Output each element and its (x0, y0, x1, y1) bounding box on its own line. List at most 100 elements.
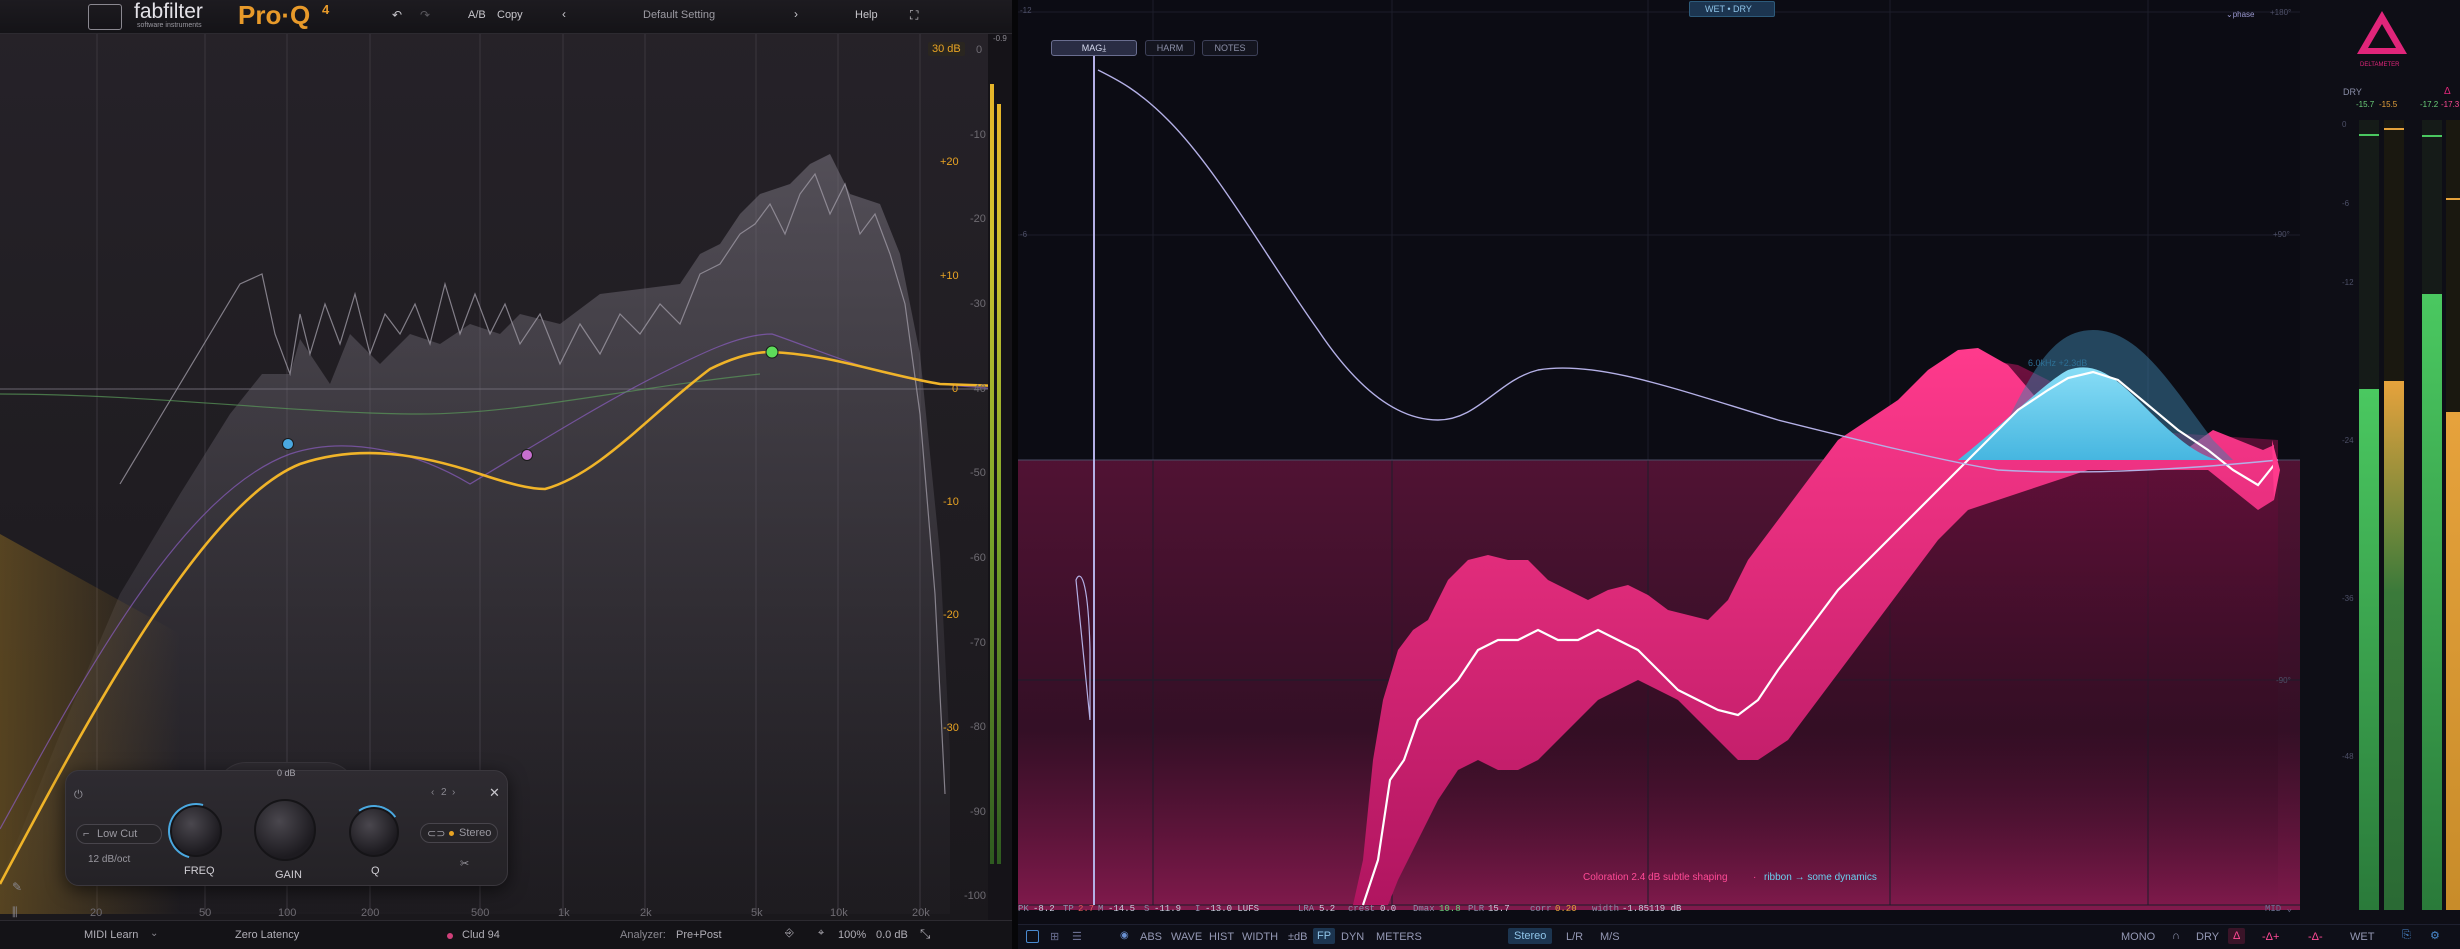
copy-button[interactable]: Copy (497, 9, 523, 21)
analyzer-value[interactable]: Pre+Post (676, 929, 722, 941)
logo-sub: software instruments (137, 22, 202, 29)
phase-icon[interactable]: ⌖ (818, 927, 824, 940)
output-gain[interactable]: 0.0 dB (876, 929, 908, 941)
wet-dry-badge[interactable]: WET • DRY (1689, 1, 1775, 17)
view-grid-icon[interactable]: ⊞ (1050, 930, 1059, 943)
midi-dropdown-icon[interactable]: ⌄ (150, 928, 158, 939)
prev-preset-icon[interactable]: ‹ (562, 7, 566, 21)
freq-label-100: 100 (278, 907, 297, 919)
midi-icon[interactable]: ⎆ (785, 927, 794, 940)
delta-minus-button[interactable]: -Δ- (2308, 931, 2323, 943)
analyzer-scale-70: -70 (970, 637, 986, 649)
scissors-icon[interactable]: ✂ (460, 857, 469, 870)
slope-label[interactable]: 12 dB/oct (88, 854, 130, 865)
fabfilter-logo-icon (88, 4, 122, 30)
band-3-node[interactable] (765, 345, 779, 359)
shape-button[interactable]: ⌐ Low Cut (76, 824, 162, 844)
tab-harm-label: HARM (1156, 43, 1184, 53)
i-label: I (1195, 904, 1201, 914)
output-meter-left (990, 84, 994, 864)
logo-brand: fabfilter (134, 0, 203, 23)
tab-harm[interactable]: HARM (1145, 40, 1195, 56)
eye-icon[interactable]: ◉ (1120, 930, 1129, 941)
dry-value-l: -15.7 (2356, 100, 2375, 109)
tab-mag[interactable]: MAG⤓ (1051, 40, 1137, 56)
crest-label: crest (1348, 904, 1376, 914)
instance-name[interactable]: Clud 94 (462, 929, 500, 941)
m-label: M (1098, 904, 1104, 914)
range-button[interactable]: 30 dB (928, 42, 965, 56)
tool-width[interactable]: WIDTH (1242, 931, 1278, 943)
ab-button[interactable]: A/B (468, 9, 486, 21)
meter-scale-24: -24 (2342, 436, 2354, 445)
meter-scale-36: -36 (2342, 594, 2354, 603)
proq-plugin: fabfilter software instruments Pro·Q 4 ↶… (0, 0, 1012, 949)
wet-meter-r (2446, 120, 2460, 910)
tool-dyn[interactable]: DYN (1341, 931, 1364, 943)
band-1-node[interactable] (282, 438, 294, 450)
help-button[interactable]: Help (855, 9, 878, 21)
delta-button[interactable]: Δ (2228, 928, 2246, 944)
gain-scale-0: 0 (952, 383, 959, 395)
analyzer-bars-icon[interactable]: ⫼ (12, 905, 18, 920)
crest-value: 0.0 (1380, 904, 1397, 914)
stereo-dot-icon (449, 831, 454, 836)
mode-stereo[interactable]: Stereo (1508, 928, 1553, 944)
wet-dry-label: WET • DRY (1705, 4, 1752, 14)
dry-meter-l (2359, 120, 2379, 910)
wet-button[interactable]: WET (2350, 931, 2374, 943)
view-rows-icon[interactable]: ☰ (1072, 930, 1082, 943)
freq-label-500: 500 (471, 907, 490, 919)
freq-knob[interactable] (157, 792, 235, 870)
delta-display[interactable] (1018, 0, 2300, 910)
tool-wave[interactable]: WAVE (1171, 931, 1202, 943)
mono-button[interactable]: MONO (2121, 931, 2155, 943)
preset-name[interactable]: Default Setting (643, 9, 715, 21)
zoom-value[interactable]: 100% (838, 929, 866, 941)
proq-footer: MIDI Learn ⌄ Zero Latency Clud 94 Analyz… (0, 920, 1012, 949)
fullscreen-icon[interactable]: ⛶ (910, 8, 918, 23)
pk-value: -8.2 (1033, 904, 1055, 914)
band-power-icon[interactable]: ⏻ (74, 789, 83, 802)
next-preset-icon[interactable]: › (794, 7, 798, 21)
delta-plus-button[interactable]: -Δ+ (2262, 931, 2279, 943)
mode-lr[interactable]: L/R (1566, 931, 1583, 943)
snapshot-icon[interactable]: ⎘ (2402, 929, 2411, 942)
latency-button[interactable]: Zero Latency (235, 929, 299, 941)
gain-value: 0 dB (277, 768, 296, 778)
close-band-icon[interactable]: ✕ (489, 785, 500, 801)
tool-abs[interactable]: ABS (1140, 931, 1162, 943)
lra-label: LRA (1298, 904, 1315, 914)
undo-icon[interactable]: ↶ (392, 8, 402, 22)
gain-scale-minus20: -20 (943, 609, 959, 621)
analyzer-scale-60: -60 (970, 552, 986, 564)
delta-meter-label: Δ (2444, 86, 2451, 97)
meter-scale-48: -48 (2342, 752, 2354, 761)
redo-icon[interactable]: ↷ (420, 8, 430, 22)
tool-fp[interactable]: FP (1313, 928, 1336, 944)
resize-icon[interactable]: ⤡ (920, 926, 930, 942)
mode-ms[interactable]: M/S (1600, 931, 1620, 943)
dry-button[interactable]: DRY (2196, 931, 2219, 943)
tool-hist[interactable]: HIST (1209, 931, 1234, 943)
piano-icon[interactable]: ✎ (12, 880, 22, 894)
band-2-node[interactable] (521, 449, 533, 461)
mid-select[interactable]: MID ⌄ (2265, 904, 2292, 914)
settings-gear-icon[interactable]: ⚙ (2430, 929, 2440, 942)
plr-value: 15.7 (1488, 904, 1510, 914)
stereo-button[interactable]: ⊂⊃ Stereo (420, 823, 498, 843)
tool-db[interactable]: ±dB (1288, 931, 1308, 943)
prev-band-icon[interactable]: ‹ (431, 787, 434, 798)
headphones-icon[interactable]: ∩ (2172, 930, 2180, 942)
phase-toggle[interactable]: ⌄phase (2226, 10, 2255, 19)
view-single-icon[interactable] (1026, 930, 1039, 943)
q-knob[interactable] (342, 800, 406, 864)
next-band-icon[interactable]: › (452, 787, 455, 798)
gain-knob[interactable] (254, 799, 316, 861)
tab-notes[interactable]: NOTES (1202, 40, 1258, 56)
q-label: Q (371, 865, 380, 877)
ribbon-text: ribbon → some dynamics (1764, 872, 1877, 883)
tool-meters[interactable]: METERS (1376, 931, 1422, 943)
wet-meter-l (2422, 120, 2442, 910)
midi-learn-button[interactable]: MIDI Learn (84, 929, 138, 941)
